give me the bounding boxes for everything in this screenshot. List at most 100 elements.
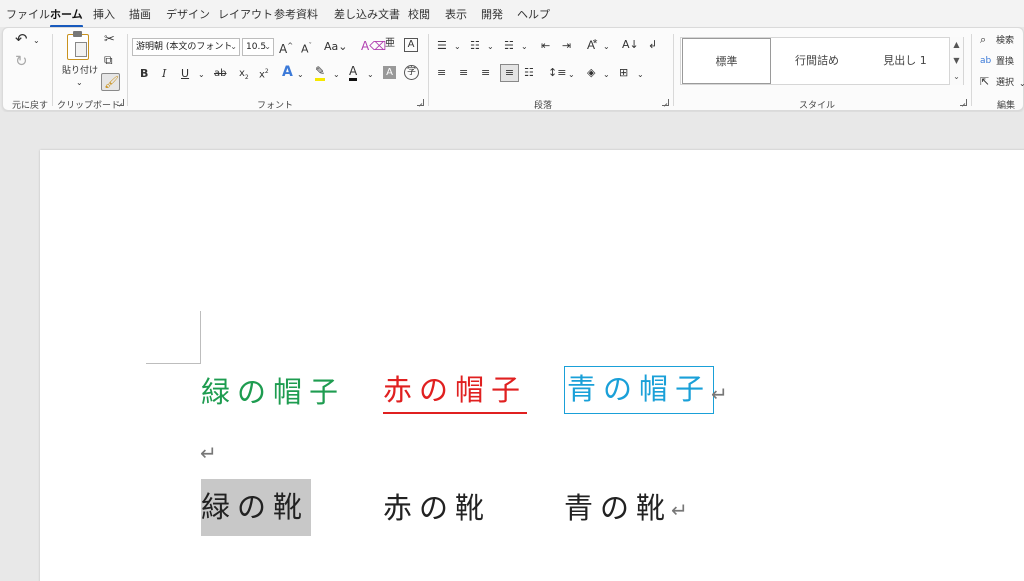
numbering-dropdown-icon[interactable]: ⌄	[487, 40, 494, 54]
italic-icon[interactable]: I	[162, 67, 166, 81]
multilevel-list-icon[interactable]: ☵	[504, 39, 514, 53]
select-label[interactable]: 選択	[996, 76, 1014, 90]
underline-icon[interactable]: U	[181, 67, 189, 81]
font-color-icon[interactable]: A	[349, 64, 358, 81]
document-page[interactable]	[40, 150, 1024, 581]
styles-scroll-up-icon[interactable]: ▲	[950, 37, 963, 53]
borders-dropdown-icon[interactable]: ⌄	[637, 68, 644, 82]
search-icon[interactable]: ⌕	[980, 33, 986, 47]
show-hide-marks-icon[interactable]: ↲	[648, 38, 657, 52]
cut-icon[interactable]: ✂	[104, 33, 115, 47]
character-shading-icon[interactable]: A	[383, 66, 396, 79]
paste-icon[interactable]	[67, 31, 89, 60]
font-launcher-icon[interactable]	[417, 99, 424, 106]
align-left-icon[interactable]: ≡	[437, 66, 446, 80]
text-blue-shoes[interactable]: 青の靴	[564, 488, 672, 528]
asian-layout-icon[interactable]: A⃰	[587, 38, 595, 52]
styles-more-icon[interactable]: ⌄	[950, 69, 963, 85]
paragraph-mark-icon: ↵	[200, 441, 217, 465]
paragraph-launcher-icon[interactable]	[662, 99, 669, 106]
clipboard-launcher-icon[interactable]	[117, 99, 124, 106]
tab-review[interactable]: 校閲	[408, 6, 430, 22]
line-spacing-icon[interactable]: ↕≡	[548, 66, 566, 80]
select-cursor-icon[interactable]: ⇱	[980, 75, 989, 89]
text-effects-dropdown-icon[interactable]: ⌄	[297, 68, 304, 82]
group-label-styles: スタイル	[799, 101, 836, 111]
text-effects-icon[interactable]: A	[282, 65, 293, 79]
style-heading-1[interactable]: 見出し 1	[861, 38, 949, 84]
find-label[interactable]: 検索	[996, 34, 1014, 48]
group-label-undo: 元に戻す	[12, 101, 49, 111]
phonetic-guide-icon[interactable]: 亜	[385, 37, 395, 51]
tab-insert[interactable]: 挿入	[93, 6, 115, 22]
format-painter-button[interactable]: 🖌	[101, 73, 120, 91]
undo-dropdown-icon[interactable]: ⌄	[33, 34, 40, 48]
copy-icon[interactable]: ⧉	[104, 53, 113, 67]
paste-dropdown-icon[interactable]: ⌄	[76, 76, 83, 90]
text-blue-hat[interactable]: 青の帽子	[564, 366, 715, 414]
font-color-dropdown-icon[interactable]: ⌄	[367, 68, 374, 82]
group-label-editing: 編集	[997, 101, 1016, 111]
font-name-combobox[interactable]: 游明朝 (本文のフォント ⌄	[132, 38, 240, 56]
tab-mailings[interactable]: 差し込み文書	[334, 6, 400, 22]
subscript-icon[interactable]: x2	[239, 67, 249, 85]
tab-view[interactable]: 表示	[445, 6, 467, 22]
replace-label[interactable]: 置換	[996, 55, 1014, 69]
bold-icon[interactable]: B	[140, 67, 148, 81]
numbering-icon[interactable]: ☷	[470, 39, 480, 53]
highlight-dropdown-icon[interactable]: ⌄	[333, 68, 340, 82]
select-dropdown-icon[interactable]: ⌄	[1019, 77, 1024, 91]
grow-font-icon[interactable]: A^	[279, 39, 293, 56]
tab-help[interactable]: ヘルプ	[517, 6, 550, 22]
text-green-hat[interactable]: 緑の帽子	[201, 372, 345, 412]
redo-icon[interactable]: ↻	[15, 54, 28, 69]
line-spacing-dropdown-icon[interactable]: ⌄	[568, 68, 575, 82]
bullets-icon[interactable]: ☰	[437, 39, 447, 53]
clear-formatting-icon[interactable]: A⌫	[361, 39, 386, 53]
tab-home[interactable]: ホーム	[50, 6, 83, 28]
enclose-characters-icon[interactable]: 字	[404, 65, 419, 80]
styles-launcher-icon[interactable]	[960, 99, 967, 106]
text-green-shoes-selected[interactable]: 緑の靴	[201, 479, 312, 536]
shrink-font-icon[interactable]: Aˇ	[301, 39, 312, 57]
justify-icon[interactable]: ≡	[500, 64, 519, 82]
text-red-shoes[interactable]: 赤の靴	[383, 488, 491, 528]
chevron-down-icon: ⌄	[264, 42, 271, 51]
tab-developer[interactable]: 開発	[481, 6, 503, 22]
format-painter-icon: 🖌	[104, 75, 120, 89]
tab-design[interactable]: デザイン	[166, 6, 210, 22]
ribbon-home: ↶ ⌄ ↻ 元に戻す 貼り付け ⌄ ✂ ⧉ 🖌 クリップボード 游明朝 (本文の…	[2, 27, 1024, 111]
text-red-hat[interactable]: 赤の帽子	[383, 370, 528, 414]
character-border-icon[interactable]: A	[404, 38, 418, 52]
tab-layout[interactable]: レイアウト	[218, 6, 273, 22]
shading-icon[interactable]: ◈	[587, 66, 595, 80]
strikethrough-icon[interactable]: ab	[214, 67, 226, 81]
bullets-dropdown-icon[interactable]: ⌄	[454, 40, 461, 54]
increase-indent-icon[interactable]: ⇥	[562, 39, 571, 53]
style-normal[interactable]: 標準	[682, 38, 771, 84]
shading-dropdown-icon[interactable]: ⌄	[603, 68, 610, 82]
style-no-spacing[interactable]: 行間詰め	[773, 38, 861, 84]
superscript-icon[interactable]: x2	[259, 65, 269, 82]
group-label-paragraph: 段落	[534, 101, 553, 111]
multilevel-dropdown-icon[interactable]: ⌄	[521, 40, 528, 54]
tab-draw[interactable]: 描画	[129, 6, 151, 22]
separator	[52, 34, 53, 106]
asian-layout-dropdown-icon[interactable]: ⌄	[603, 40, 610, 54]
highlight-icon[interactable]: ✎	[315, 64, 326, 81]
change-case-icon[interactable]: Aa⌄	[324, 40, 347, 54]
tab-references[interactable]: 参考資料	[274, 6, 318, 22]
underline-dropdown-icon[interactable]: ⌄	[198, 68, 205, 82]
decrease-indent-icon[interactable]: ⇤	[541, 39, 550, 53]
undo-icon[interactable]: ↶	[15, 32, 28, 47]
styles-scroll-down-icon[interactable]: ▼	[950, 53, 963, 69]
borders-icon[interactable]: ⊞	[619, 66, 628, 80]
font-size-combobox[interactable]: 10.5 ⌄	[242, 38, 274, 56]
align-right-icon[interactable]: ≡	[481, 66, 490, 80]
tab-file[interactable]: ファイル	[6, 6, 50, 22]
separator	[428, 34, 429, 106]
distributed-icon[interactable]: ☷	[524, 66, 534, 80]
sort-icon[interactable]: A↓	[622, 38, 639, 52]
align-center-icon[interactable]: ≡	[459, 66, 468, 80]
replace-icon[interactable]: ab	[980, 54, 991, 68]
